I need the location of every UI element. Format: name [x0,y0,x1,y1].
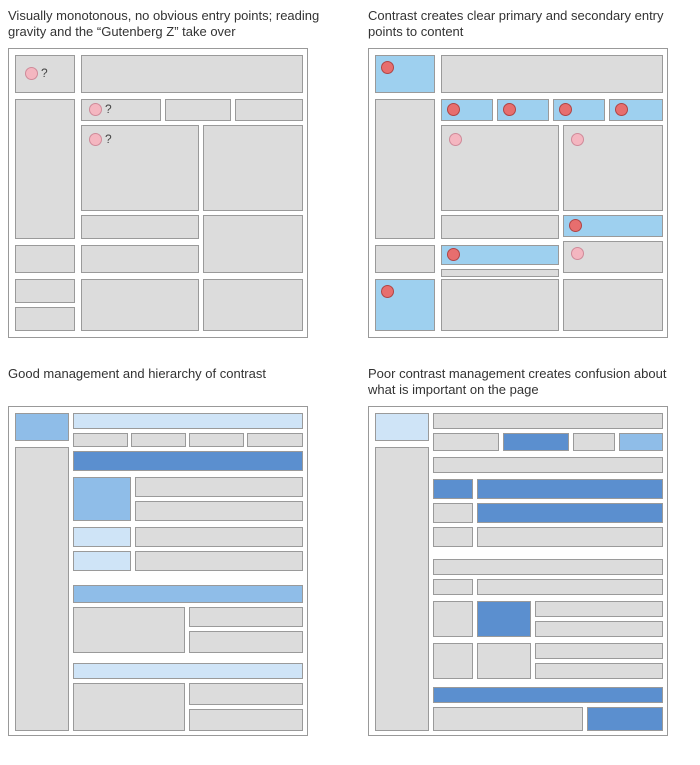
question-icon: ? [105,132,112,146]
caption: Visually monotonous, no obvious entry po… [8,8,332,42]
dot-icon [615,103,628,116]
dot-icon [569,219,582,232]
dot-icon [449,133,462,146]
dot-icon [503,103,516,116]
panel-good-hierarchy: Good management and hierarchy of contras… [8,366,332,736]
question-icon: ? [105,102,112,116]
wireframe [368,406,668,736]
wireframe [368,48,668,338]
diagram-grid: Visually monotonous, no obvious entry po… [8,8,692,736]
dot-icon [25,67,38,80]
wireframe: ? ? ? [8,48,308,338]
question-icon: ? [41,66,48,80]
panel-contrast-entry: Contrast creates clear primary and secon… [368,8,692,338]
panel-monotonous: Visually monotonous, no obvious entry po… [8,8,332,338]
caption: Good management and hierarchy of contras… [8,366,332,400]
dot-icon [571,133,584,146]
dot-icon [571,247,584,260]
dot-icon [381,285,394,298]
caption: Contrast creates clear primary and secon… [368,8,692,42]
dot-icon [559,103,572,116]
dot-icon [447,248,460,261]
wireframe [8,406,308,736]
panel-poor-contrast: Poor contrast management creates confusi… [368,366,692,736]
dot-icon [89,133,102,146]
dot-icon [381,61,394,74]
caption: Poor contrast management creates confusi… [368,366,692,400]
dot-icon [447,103,460,116]
dot-icon [89,103,102,116]
